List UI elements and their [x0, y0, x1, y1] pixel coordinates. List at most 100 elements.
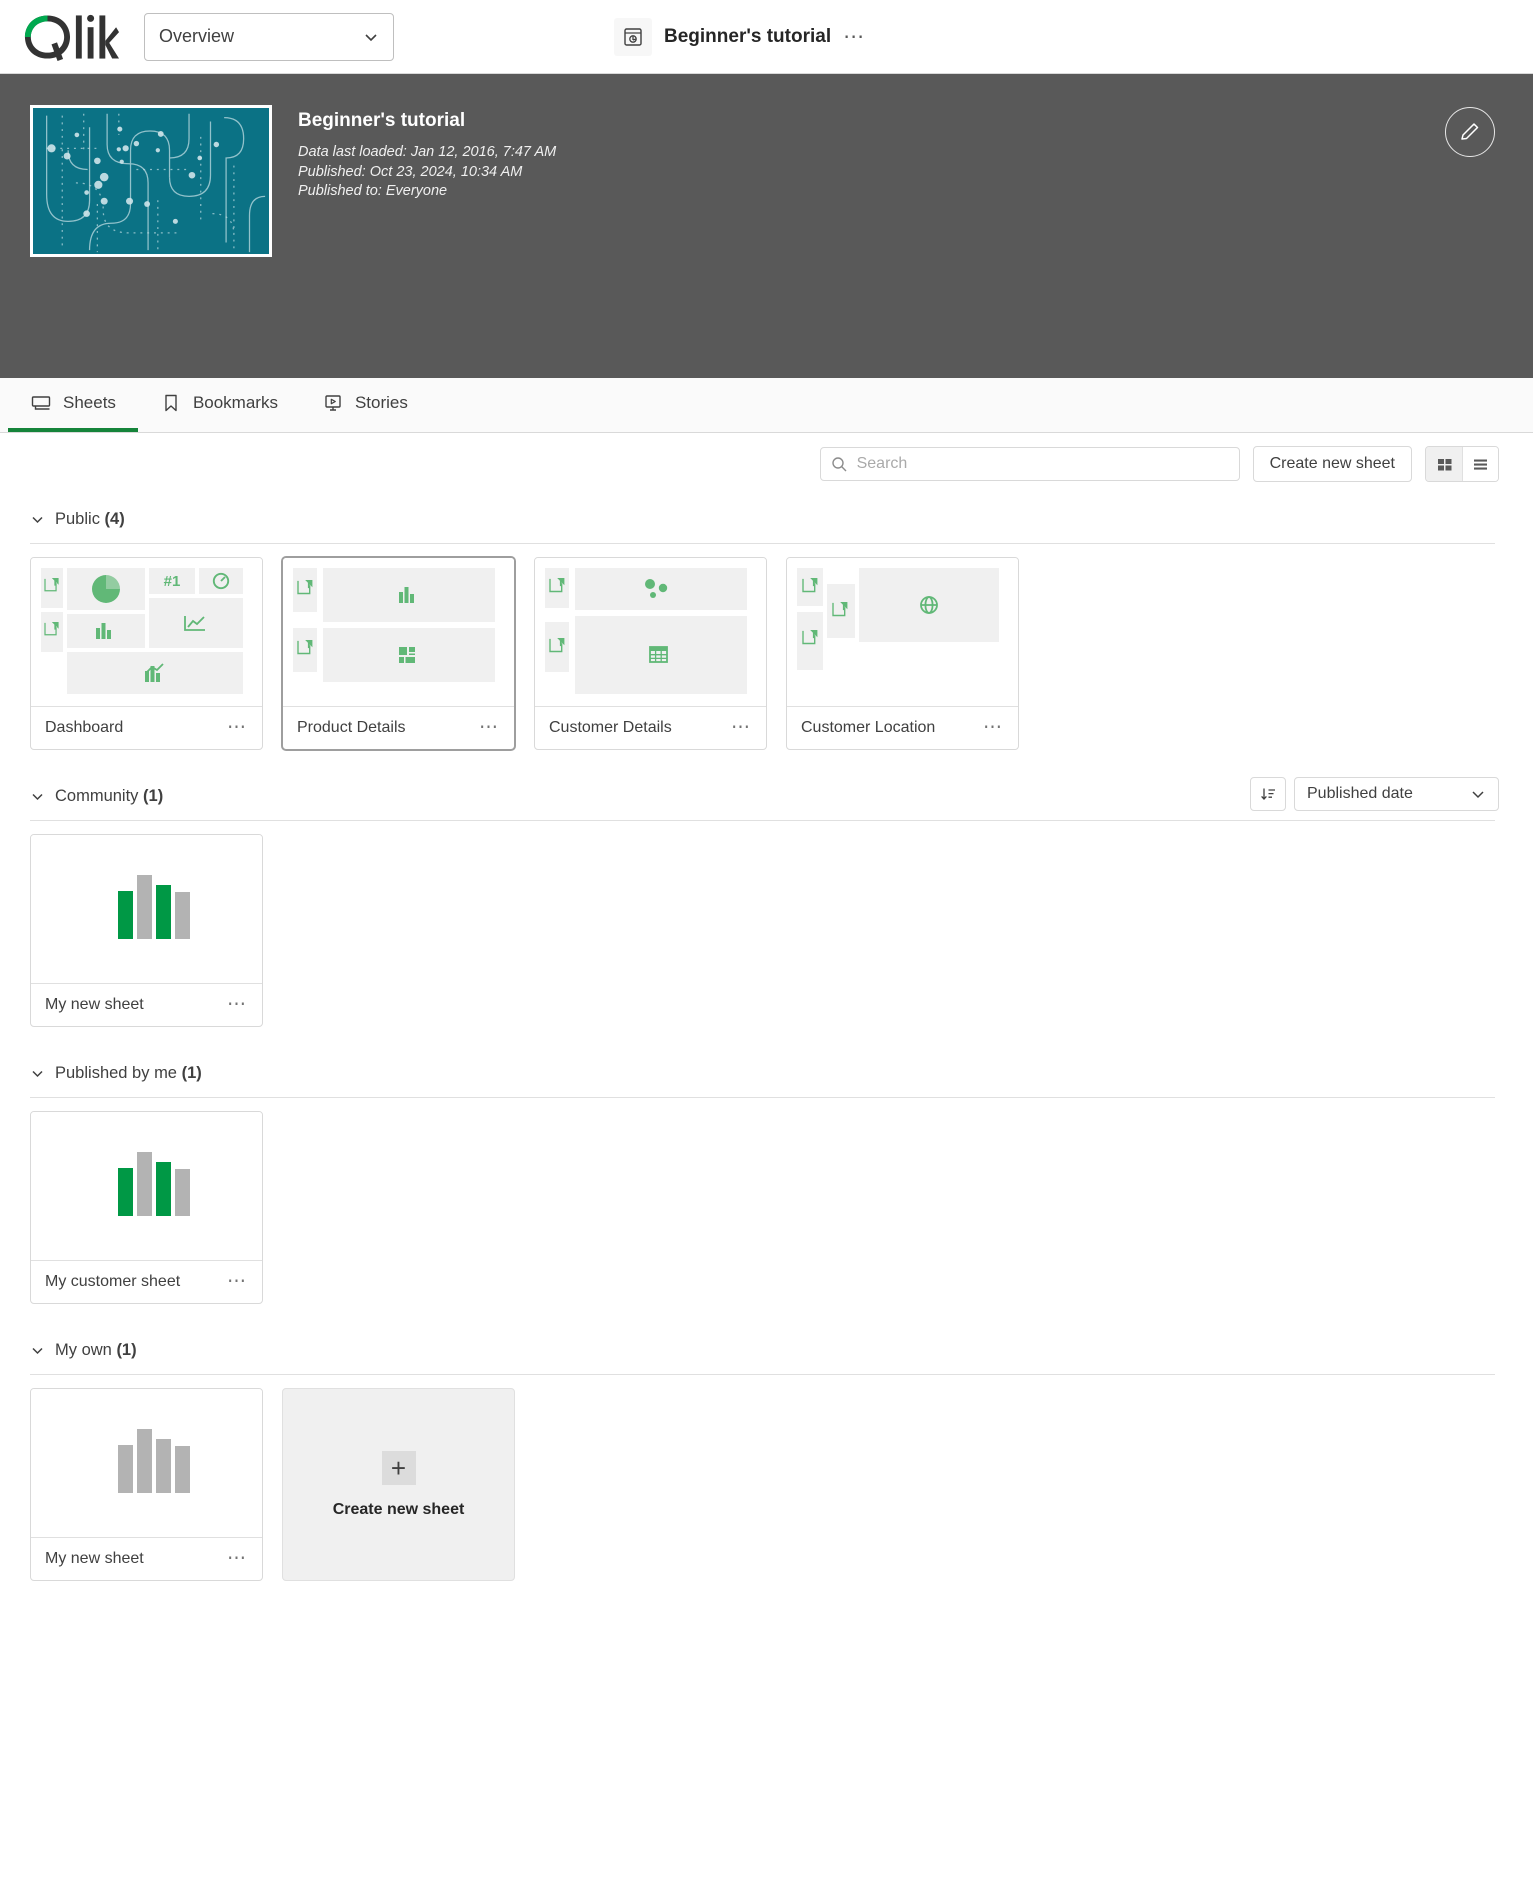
sort-controls: Published date	[1250, 777, 1499, 811]
sheet-preview	[31, 1112, 262, 1260]
plus-icon: +	[382, 1451, 416, 1485]
sheet-card-footer: My customer sheet ⋯	[31, 1260, 262, 1303]
search-box[interactable]	[820, 447, 1240, 481]
sheet-more-menu-button[interactable]: ⋯	[983, 724, 1004, 732]
sheet-section-published-by-me: Published by me (1) My customer sheet ⋯	[0, 1049, 1533, 1326]
app-published-to: Published to: Everyone	[298, 182, 556, 202]
bookmark-icon	[160, 392, 182, 414]
story-icon	[322, 392, 344, 414]
app-selector-dropdown[interactable]: Overview	[144, 13, 394, 61]
sheet-name: My new sheet	[45, 1550, 227, 1568]
sheet-card[interactable]: Customer Details ⋯	[534, 557, 767, 750]
chevron-down-icon	[30, 789, 45, 804]
tab-stories-label: Stories	[355, 393, 408, 413]
sheet-thumbnail	[543, 566, 758, 698]
sheet-preview	[535, 558, 766, 706]
sheet-preview	[283, 558, 514, 706]
section-title-my-own: My own (1)	[55, 1341, 137, 1360]
app-more-menu-button[interactable]: ⋯	[843, 32, 866, 42]
sheet-card-footer: Customer Location ⋯	[787, 706, 1018, 749]
sheet-card[interactable]: My new sheet ⋯	[30, 1388, 263, 1581]
section-header-public[interactable]: Public (4)	[30, 495, 1499, 543]
sheet-preview: #1	[31, 558, 262, 706]
sheet-more-menu-button[interactable]: ⋯	[227, 724, 248, 732]
create-new-sheet-card[interactable]: + Create new sheet	[282, 1388, 515, 1581]
list-view-icon	[1472, 456, 1489, 473]
sheet-preview	[787, 558, 1018, 706]
sort-field-dropdown[interactable]: Published date	[1294, 777, 1499, 811]
chevron-down-icon	[30, 1066, 45, 1081]
app-published-date: Published: Oct 23, 2024, 10:34 AM	[298, 163, 556, 183]
tab-bookmarks[interactable]: Bookmarks	[138, 378, 300, 432]
sheet-name: Customer Location	[801, 719, 983, 737]
sort-descending-icon	[1260, 786, 1277, 803]
edit-app-button[interactable]	[1445, 107, 1495, 157]
sheet-thumbnail	[39, 1120, 254, 1252]
app-selector-value: Overview	[159, 26, 363, 47]
sheet-name: Customer Details	[549, 719, 731, 737]
top-bar: Overview Beginner's tutorial ⋯	[0, 0, 1533, 74]
sheet-card-row: My customer sheet ⋯	[30, 1098, 1499, 1326]
sheet-more-menu-button[interactable]: ⋯	[479, 724, 500, 732]
sheet-card-footer: Dashboard ⋯	[31, 706, 262, 749]
sheet-card[interactable]: Product Details ⋯	[282, 557, 515, 750]
sheet-card[interactable]: #1 Dashboard ⋯	[30, 557, 263, 750]
sheet-card-row: My new sheet ⋯ + Create new sheet	[30, 1375, 1499, 1603]
app-name: Beginner's tutorial	[298, 110, 556, 132]
create-new-sheet-card-label: Create new sheet	[333, 1501, 465, 1519]
sheet-sections: Public (4) #1 Dashboard ⋯ Product Detail…	[0, 495, 1533, 1603]
section-header-my-own[interactable]: My own (1)	[30, 1326, 1499, 1374]
sheet-thumbnail	[795, 566, 1010, 698]
chevron-down-icon	[30, 1343, 45, 1358]
resource-tabs: Sheets Bookmarks Stories	[0, 378, 1533, 433]
tab-bookmarks-label: Bookmarks	[193, 393, 278, 413]
sheet-name: My new sheet	[45, 996, 227, 1014]
app-data-last-loaded: Data last loaded: Jan 12, 2016, 7:47 AM	[298, 143, 556, 163]
tab-sheets-label: Sheets	[63, 393, 116, 413]
view-mode-toggle	[1425, 446, 1499, 482]
page-title: Beginner's tutorial	[664, 26, 831, 48]
tab-sheets[interactable]: Sheets	[8, 378, 138, 432]
sheet-section-my-own: My own (1) My new sheet ⋯ + Create new sh…	[0, 1326, 1533, 1603]
sheet-thumbnail	[39, 1397, 254, 1529]
sheet-card[interactable]: My customer sheet ⋯	[30, 1111, 263, 1304]
section-title-community: Community (1)	[55, 787, 163, 806]
sheet-card-row: #1 Dashboard ⋯ Product Details ⋯ Custome…	[30, 544, 1499, 772]
sheet-section-community: Community (1) Published date	[0, 772, 1533, 1049]
sheet-preview	[31, 835, 262, 983]
sheet-card[interactable]: Customer Location ⋯	[786, 557, 1019, 750]
sheet-more-menu-button[interactable]: ⋯	[731, 724, 752, 732]
sheet-card-footer: My new sheet ⋯	[31, 1537, 262, 1580]
sheet-icon	[30, 392, 52, 414]
section-header-community[interactable]: Community (1) Published date	[30, 772, 1499, 820]
sheet-name: My customer sheet	[45, 1273, 227, 1291]
sheet-more-menu-button[interactable]: ⋯	[227, 1278, 248, 1286]
chevron-down-icon	[30, 512, 45, 527]
sheet-name: Dashboard	[45, 719, 227, 737]
sort-field-label: Published date	[1307, 785, 1470, 803]
sheet-thumbnail	[291, 566, 506, 698]
create-new-sheet-button[interactable]: Create new sheet	[1253, 446, 1412, 482]
sheet-card[interactable]: My new sheet ⋯	[30, 834, 263, 1027]
sheet-thumbnail	[39, 843, 254, 975]
sheet-card-footer: Product Details ⋯	[283, 706, 514, 749]
search-input[interactable]	[857, 455, 1229, 473]
sheet-more-menu-button[interactable]: ⋯	[227, 1001, 248, 1009]
sheets-toolbar: Create new sheet	[0, 433, 1533, 495]
app-icon	[614, 18, 652, 56]
section-title-public: Public (4)	[55, 510, 125, 529]
sort-direction-button[interactable]	[1250, 777, 1286, 811]
sheet-section-public: Public (4) #1 Dashboard ⋯ Product Detail…	[0, 495, 1533, 772]
section-header-published-by-me[interactable]: Published by me (1)	[30, 1049, 1499, 1097]
app-title-group: Beginner's tutorial ⋯	[614, 18, 866, 56]
app-banner: Beginner's tutorial Data last loaded: Ja…	[0, 74, 1533, 378]
sheet-name: Product Details	[297, 719, 479, 737]
tab-stories[interactable]: Stories	[300, 378, 430, 432]
grid-view-button[interactable]	[1426, 447, 1462, 481]
list-view-button[interactable]	[1462, 447, 1498, 481]
qlik-logo[interactable]	[22, 11, 120, 63]
chevron-down-icon	[1470, 786, 1486, 802]
sheet-card-row: My new sheet ⋯	[30, 821, 1499, 1049]
sheet-more-menu-button[interactable]: ⋯	[227, 1555, 248, 1563]
app-info: Beginner's tutorial Data last loaded: Ja…	[298, 105, 556, 347]
